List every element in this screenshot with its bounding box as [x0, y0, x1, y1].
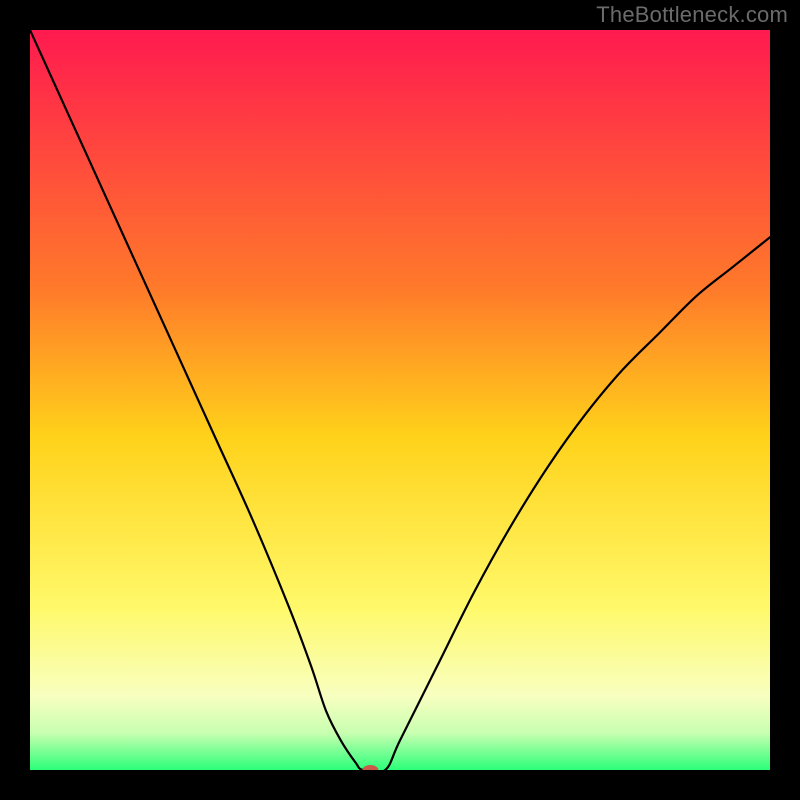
gradient-background	[30, 30, 770, 770]
chart-frame: TheBottleneck.com	[0, 0, 800, 800]
watermark-text: TheBottleneck.com	[596, 2, 788, 28]
plot-area	[30, 30, 770, 770]
chart-svg	[30, 30, 770, 770]
